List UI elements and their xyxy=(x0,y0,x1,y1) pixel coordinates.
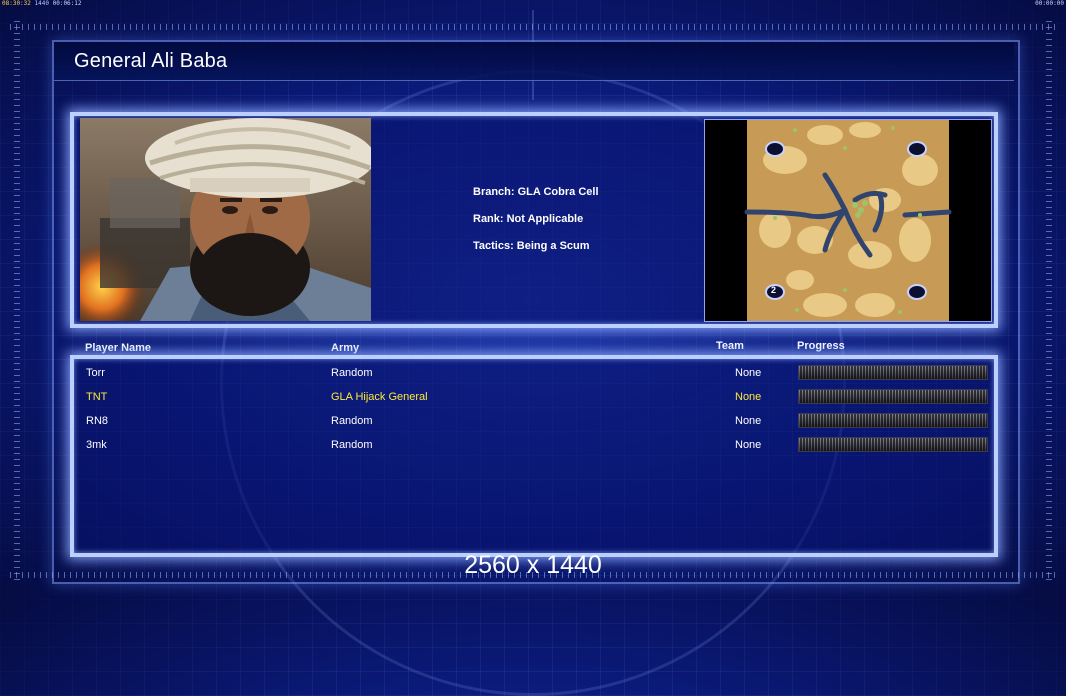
start-position-label: 2 xyxy=(771,285,777,295)
players-panel xyxy=(70,355,998,557)
progress-bar xyxy=(798,365,988,380)
branch-text: Branch: GLA Cobra Cell xyxy=(473,186,599,198)
progress-bar xyxy=(798,413,988,428)
player-army: Random xyxy=(331,367,373,379)
player-team: None xyxy=(735,415,762,427)
player-team: None xyxy=(735,439,762,451)
player-team: None xyxy=(735,391,762,403)
status-left: 08:30:32 1440 00:06:12 xyxy=(2,0,82,7)
player-name: Torr xyxy=(86,367,105,379)
player-name: TNT xyxy=(86,391,108,403)
player-row[interactable]: Torr Random None xyxy=(0,364,1066,384)
status-time-a: 08:30:32 xyxy=(2,0,31,7)
header-progress: Progress xyxy=(797,340,845,352)
progress-fill xyxy=(799,390,987,403)
resolution-label: 2560 x 1440 xyxy=(464,551,602,579)
player-row[interactable]: 3mk Random None xyxy=(0,436,1066,456)
header-team: Team xyxy=(716,340,744,352)
rank-text: Rank: Not Applicable xyxy=(473,213,584,225)
status-value-b: 1440 xyxy=(34,0,49,7)
player-army: Random xyxy=(331,415,373,427)
player-army: GLA Hijack General xyxy=(331,391,428,403)
player-row[interactable]: TNT GLA Hijack General None xyxy=(0,388,1066,408)
player-name: 3mk xyxy=(86,439,107,451)
player-name: RN8 xyxy=(86,415,109,427)
header-army: Army xyxy=(331,342,360,354)
ruler-right xyxy=(1046,20,1052,580)
status-time-c: 00:06:12 xyxy=(52,0,82,7)
progress-bar xyxy=(798,389,988,404)
progress-fill xyxy=(799,438,987,451)
progress-fill xyxy=(799,366,987,379)
ruler-left xyxy=(14,20,20,580)
player-army: Random xyxy=(331,439,373,451)
top-status-bar: 08:30:32 1440 00:06:12 00:00:00 xyxy=(0,0,1066,8)
progress-bar xyxy=(798,437,988,452)
player-row[interactable]: RN8 Random None xyxy=(0,412,1066,432)
tactics-text: Tactics: Being a Scum xyxy=(473,240,590,252)
map-preview: 2 xyxy=(704,119,992,322)
general-portrait xyxy=(80,118,371,321)
general-details: Branch: GLA Cobra Cell Rank: Not Applica… xyxy=(473,186,599,267)
player-team: None xyxy=(735,367,762,379)
status-right: 00:00:00 xyxy=(1035,0,1064,7)
progress-fill xyxy=(799,414,987,427)
general-title: General Ali Baba xyxy=(74,50,228,72)
header-player-name: Player Name xyxy=(85,342,152,354)
